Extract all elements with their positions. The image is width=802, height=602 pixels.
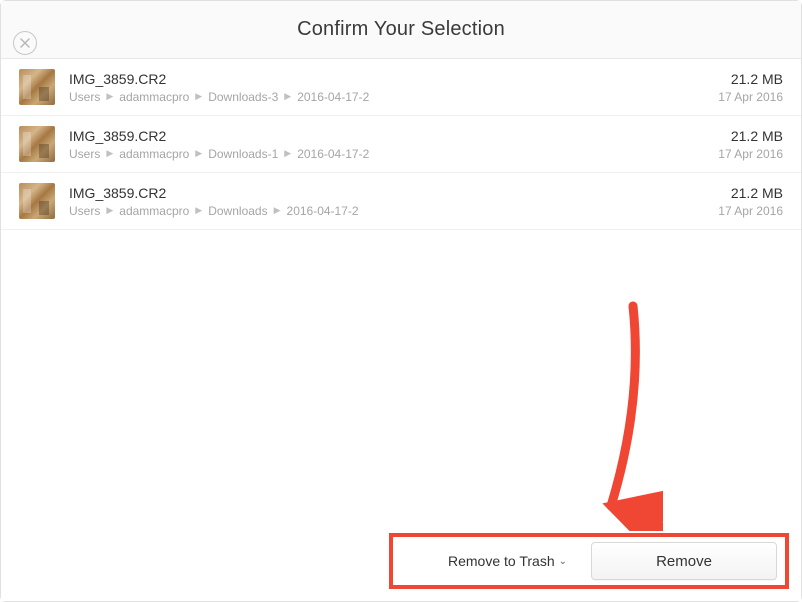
path-segment: adammacpro bbox=[119, 147, 189, 161]
file-thumbnail bbox=[19, 69, 55, 105]
file-size: 21.2 MB bbox=[718, 128, 783, 144]
dialog-header: Confirm Your Selection bbox=[1, 1, 801, 59]
close-button[interactable] bbox=[13, 31, 37, 55]
file-date: 17 Apr 2016 bbox=[718, 147, 783, 161]
remove-button[interactable]: Remove bbox=[591, 542, 777, 580]
path-segment: 2016-04-17-2 bbox=[297, 90, 369, 104]
file-meta: 21.2 MB 17 Apr 2016 bbox=[718, 185, 783, 218]
path-segment: Users bbox=[69, 147, 100, 161]
path-segment: Users bbox=[69, 204, 100, 218]
path-segment: adammacpro bbox=[119, 90, 189, 104]
file-list: IMG_3859.CR2 Users ▶ adammacpro ▶ Downlo… bbox=[1, 59, 801, 230]
file-thumbnail bbox=[19, 183, 55, 219]
path-segment: Users bbox=[69, 90, 100, 104]
file-path-breadcrumb: Users ▶ adammacpro ▶ Downloads ▶ 2016-04… bbox=[69, 204, 704, 218]
file-name: IMG_3859.CR2 bbox=[69, 71, 704, 87]
chevron-right-icon: ▶ bbox=[195, 91, 202, 102]
file-info: IMG_3859.CR2 Users ▶ adammacpro ▶ Downlo… bbox=[69, 185, 704, 218]
chevron-right-icon: ▶ bbox=[106, 205, 113, 216]
dialog-title: Confirm Your Selection bbox=[297, 18, 505, 41]
footer-actions-highlight: Remove to Trash ⌄ Remove bbox=[389, 533, 789, 589]
file-size: 21.2 MB bbox=[718, 185, 783, 201]
dialog-window: Confirm Your Selection IMG_3859.CR2 User… bbox=[0, 0, 802, 602]
chevron-right-icon: ▶ bbox=[195, 205, 202, 216]
chevron-right-icon: ▶ bbox=[106, 148, 113, 159]
file-date: 17 Apr 2016 bbox=[718, 204, 783, 218]
chevron-right-icon: ▶ bbox=[195, 148, 202, 159]
path-segment: Downloads bbox=[208, 204, 267, 218]
remove-destination-dropdown[interactable]: Remove to Trash ⌄ bbox=[448, 553, 567, 569]
dropdown-label: Remove to Trash bbox=[448, 553, 555, 569]
chevron-right-icon: ▶ bbox=[106, 91, 113, 102]
file-row[interactable]: IMG_3859.CR2 Users ▶ adammacpro ▶ Downlo… bbox=[1, 173, 801, 230]
file-name: IMG_3859.CR2 bbox=[69, 128, 704, 144]
file-path-breadcrumb: Users ▶ adammacpro ▶ Downloads-3 ▶ 2016-… bbox=[69, 90, 704, 104]
file-date: 17 Apr 2016 bbox=[718, 90, 783, 104]
path-segment: Downloads-3 bbox=[208, 90, 278, 104]
file-size: 21.2 MB bbox=[718, 71, 783, 87]
file-info: IMG_3859.CR2 Users ▶ adammacpro ▶ Downlo… bbox=[69, 71, 704, 104]
chevron-right-icon: ▶ bbox=[284, 148, 291, 159]
path-segment: Downloads-1 bbox=[208, 147, 278, 161]
file-info: IMG_3859.CR2 Users ▶ adammacpro ▶ Downlo… bbox=[69, 128, 704, 161]
path-segment: adammacpro bbox=[119, 204, 189, 218]
close-icon bbox=[20, 38, 30, 48]
file-name: IMG_3859.CR2 bbox=[69, 185, 704, 201]
file-thumbnail bbox=[19, 126, 55, 162]
file-path-breadcrumb: Users ▶ adammacpro ▶ Downloads-1 ▶ 2016-… bbox=[69, 147, 704, 161]
path-segment: 2016-04-17-2 bbox=[287, 204, 359, 218]
path-segment: 2016-04-17-2 bbox=[297, 147, 369, 161]
chevron-down-icon: ⌄ bbox=[559, 556, 567, 567]
file-meta: 21.2 MB 17 Apr 2016 bbox=[718, 71, 783, 104]
chevron-right-icon: ▶ bbox=[274, 205, 281, 216]
file-row[interactable]: IMG_3859.CR2 Users ▶ adammacpro ▶ Downlo… bbox=[1, 116, 801, 173]
chevron-right-icon: ▶ bbox=[284, 91, 291, 102]
file-row[interactable]: IMG_3859.CR2 Users ▶ adammacpro ▶ Downlo… bbox=[1, 59, 801, 116]
file-meta: 21.2 MB 17 Apr 2016 bbox=[718, 128, 783, 161]
